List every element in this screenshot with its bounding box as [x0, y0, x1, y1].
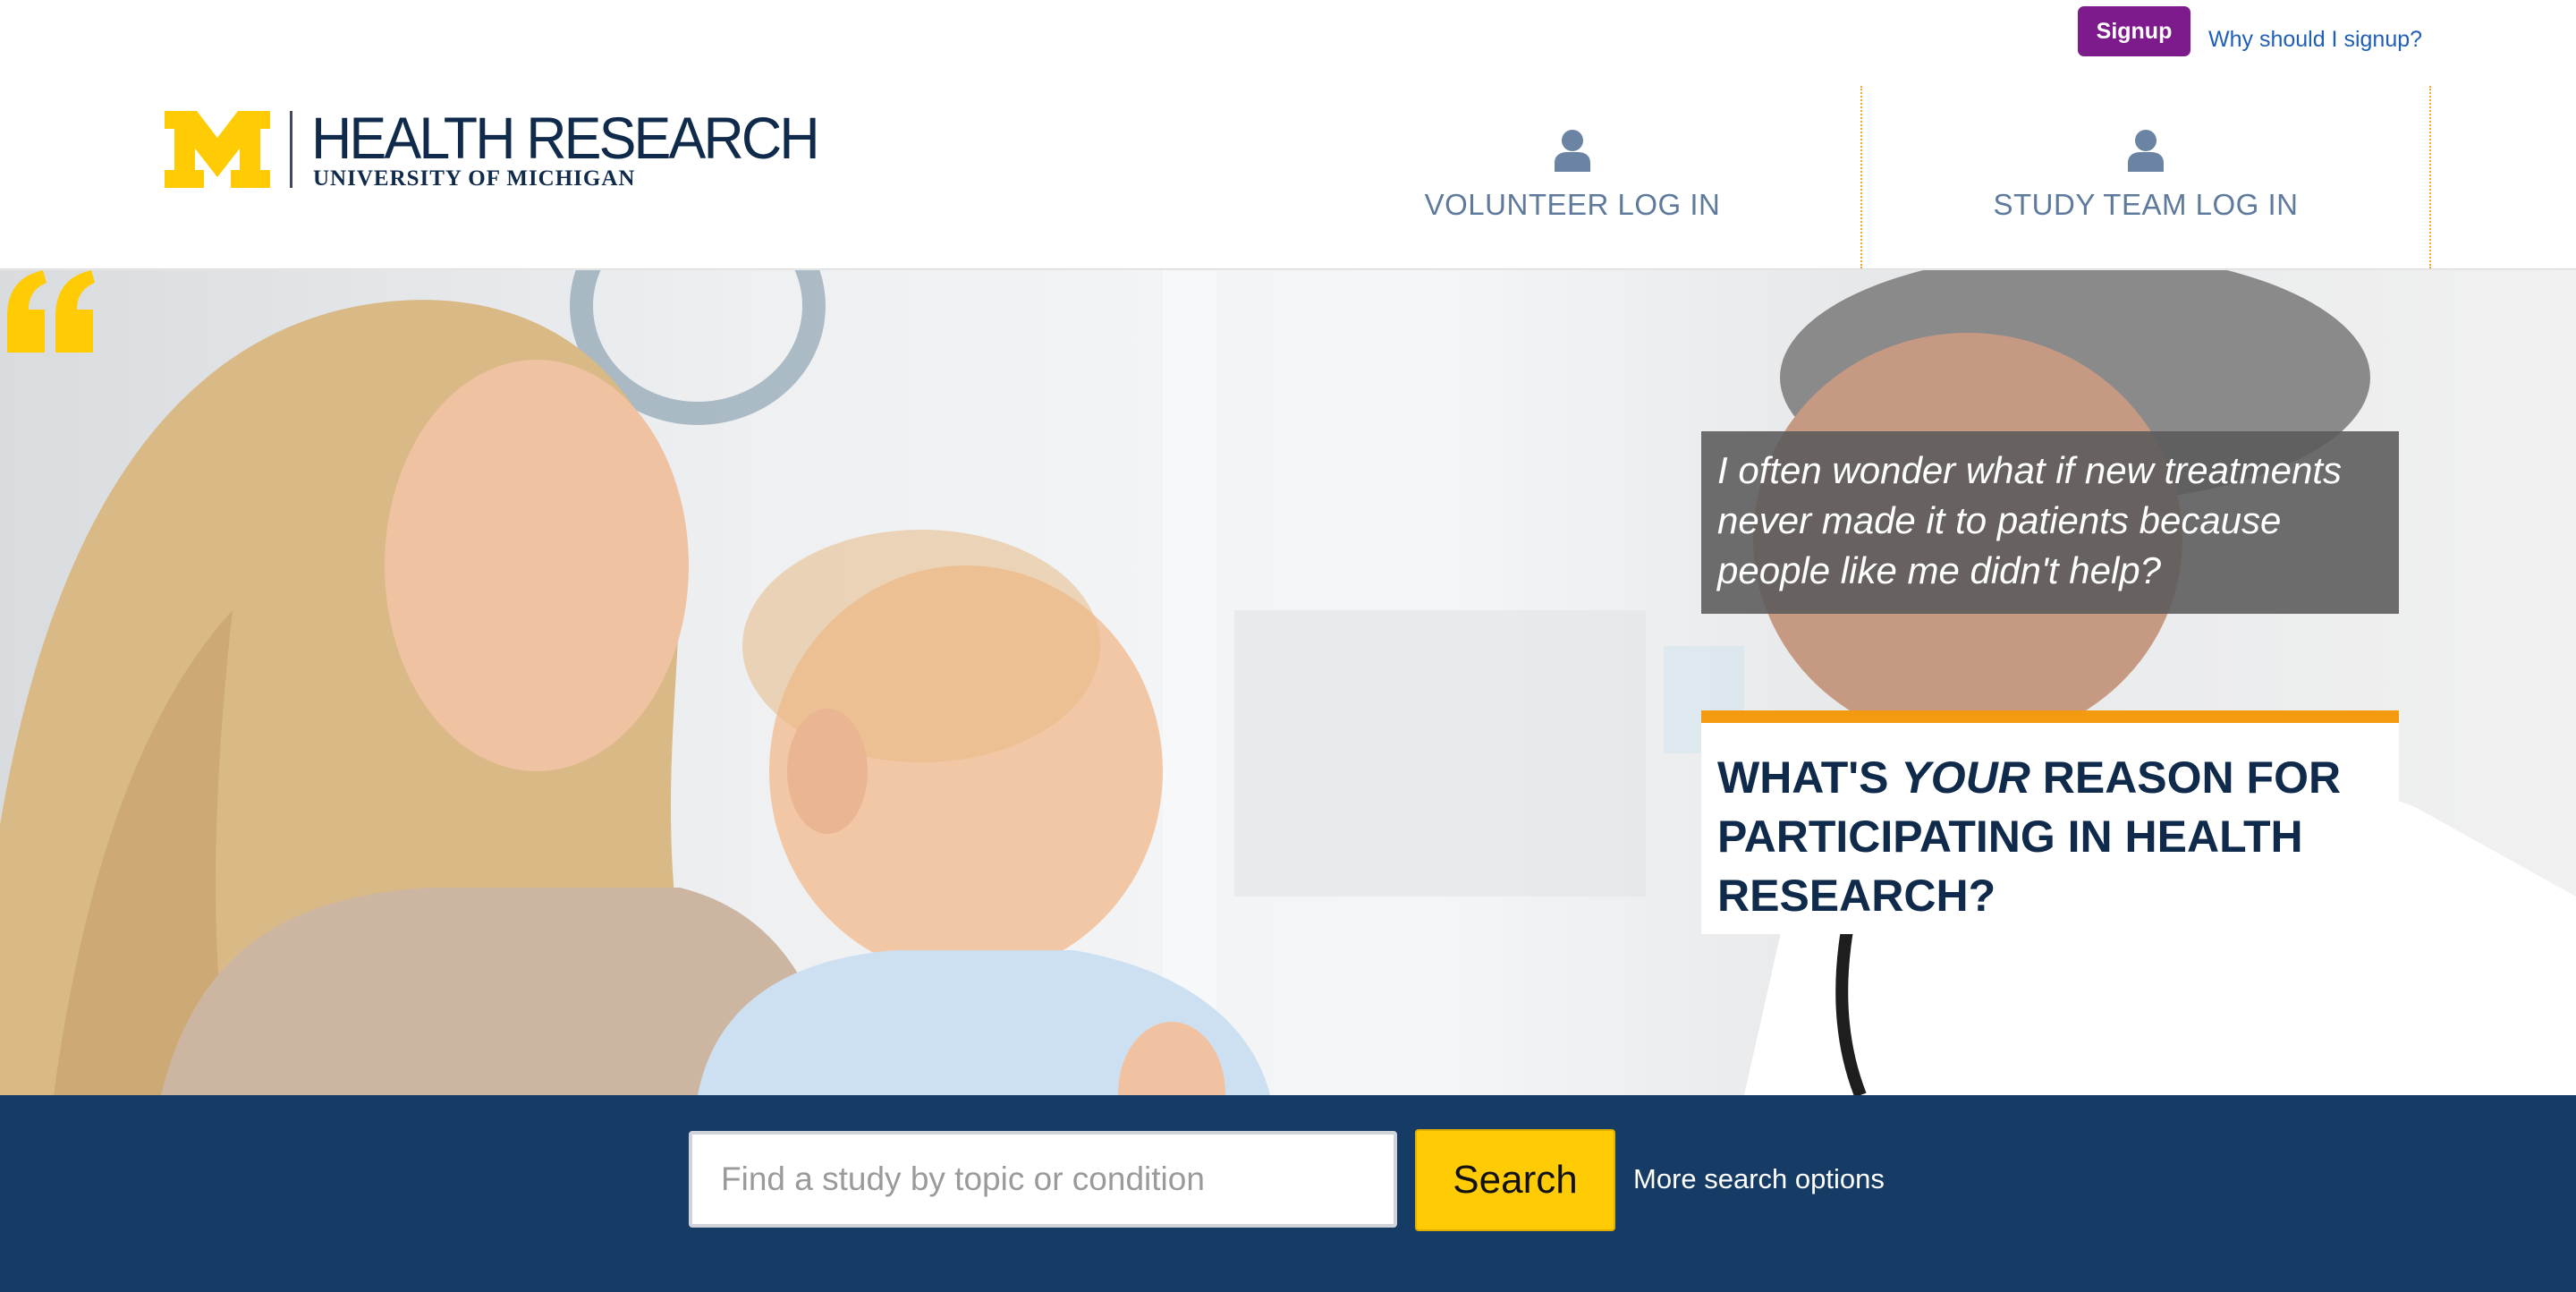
- hero-banner: I often wonder what if new treatments ne…: [0, 270, 2576, 1095]
- why-signup-link[interactable]: Why should I signup?: [2208, 27, 2422, 53]
- site-header: Signup Why should I signup? HEALTH RESEA…: [0, 0, 2576, 268]
- signup-button[interactable]: Signup: [2078, 6, 2190, 56]
- study-team-login-button[interactable]: STUDY TEAM LOG IN: [1860, 86, 2431, 268]
- quote-mark-icon: [7, 270, 95, 353]
- volunteer-login-label: VOLUNTEER LOG IN: [1424, 188, 1721, 221]
- user-icon: [2128, 130, 2164, 172]
- site-logo[interactable]: HEALTH RESEARCH UNIVERSITY OF MICHIGAN: [165, 105, 820, 197]
- testimonial-quote-box: I often wonder what if new treatments ne…: [1701, 431, 2399, 614]
- study-search-bar: Search More search options: [0, 1095, 2576, 1292]
- hero-photo-illustration: [0, 270, 2576, 1095]
- logo-subtitle: UNIVERSITY OF MICHIGAN: [313, 166, 636, 191]
- search-button[interactable]: Search: [1415, 1129, 1615, 1231]
- study-search-input[interactable]: [689, 1131, 1397, 1228]
- block-m-logo-icon: [165, 111, 270, 188]
- user-icon: [1555, 130, 1590, 172]
- volunteer-login-button[interactable]: VOLUNTEER LOG IN: [1288, 86, 1857, 268]
- testimonial-quote: I often wonder what if new treatments ne…: [1717, 449, 2343, 591]
- logo-divider: [290, 111, 292, 188]
- reason-heading: WHAT'S YOUR REASON FOR PARTICIPATING IN …: [1717, 752, 2342, 921]
- study-team-login-label: STUDY TEAM LOG IN: [1993, 188, 2299, 221]
- reason-callout: WHAT'S YOUR REASON FOR PARTICIPATING IN …: [1701, 710, 2399, 934]
- more-search-options-link[interactable]: More search options: [1633, 1163, 1885, 1195]
- logo-title: HEALTH RESEARCH: [311, 105, 820, 171]
